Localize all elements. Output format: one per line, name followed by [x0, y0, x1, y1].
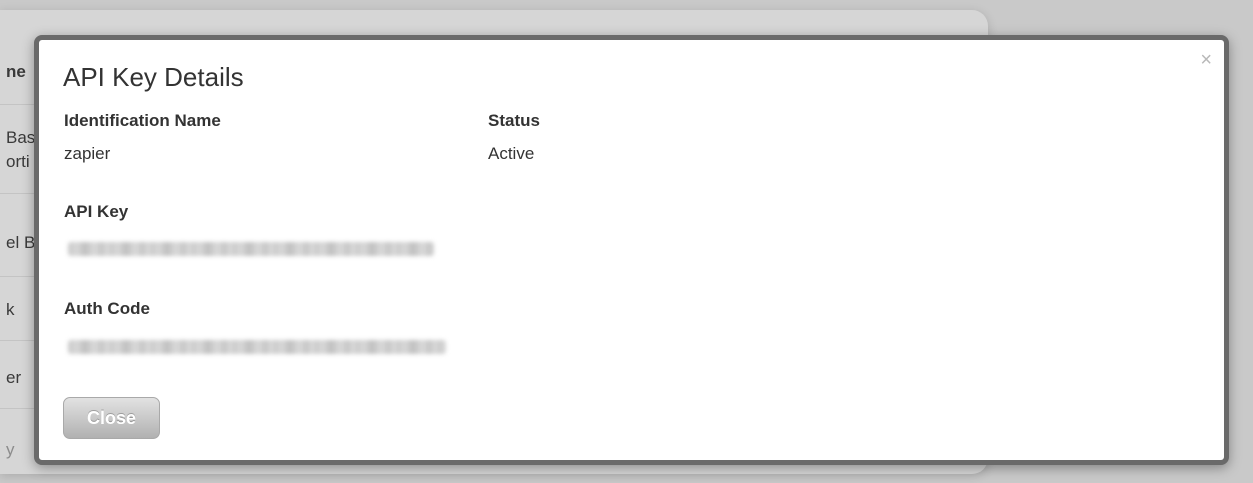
background-row-text: er [6, 368, 22, 387]
identification-name-label: Identification Name [64, 111, 221, 130]
background-row-text: k [6, 300, 15, 319]
api-key-details-modal: × API Key Details Identification Name za… [34, 35, 1229, 465]
api-key-label: API Key [64, 202, 129, 221]
status-value: Active [488, 144, 535, 163]
api-key-redacted-value [68, 242, 434, 256]
auth-code-label: Auth Code [64, 299, 150, 318]
close-icon[interactable]: × [1200, 50, 1212, 70]
auth-code-redacted-value [68, 340, 446, 354]
background-row-text: y [6, 440, 15, 459]
background-table-header: ne [6, 62, 26, 81]
close-button[interactable]: Close [63, 397, 160, 439]
identification-name-value: zapier [64, 144, 111, 163]
background-row-text: Bas [6, 128, 36, 147]
background-row-text: el B [6, 233, 36, 252]
status-label: Status [488, 111, 540, 130]
modal-title: API Key Details [63, 62, 244, 92]
background-row-text: orti [6, 152, 30, 171]
